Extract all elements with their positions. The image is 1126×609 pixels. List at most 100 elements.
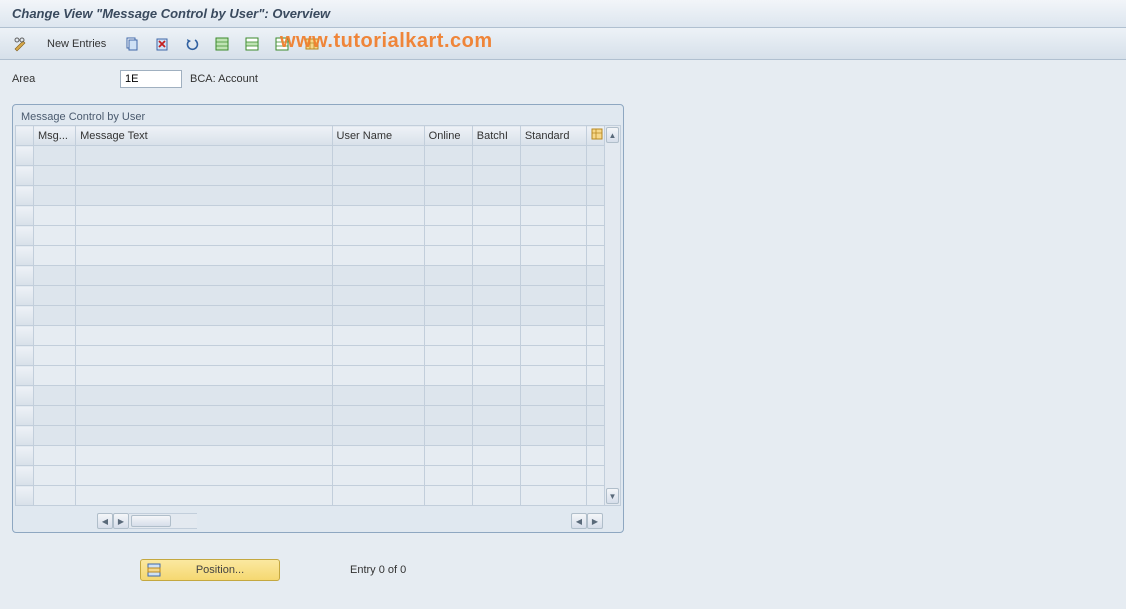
grid-cell[interactable] <box>472 206 520 226</box>
scroll-track-vertical[interactable] <box>605 144 620 487</box>
grid-cell[interactable] <box>76 286 332 306</box>
grid-cell[interactable] <box>76 406 332 426</box>
grid-cell[interactable] <box>586 486 604 506</box>
grid-cell[interactable] <box>472 186 520 206</box>
deselect-all-button[interactable] <box>269 33 295 55</box>
grid-cell[interactable] <box>586 306 604 326</box>
grid-cell[interactable] <box>520 466 586 486</box>
grid-cell[interactable] <box>332 406 424 426</box>
grid-cell[interactable] <box>424 346 472 366</box>
grid-cell[interactable] <box>332 326 424 346</box>
grid-cell[interactable] <box>424 486 472 506</box>
select-block-button[interactable] <box>239 33 265 55</box>
grid-cell[interactable] <box>34 206 76 226</box>
grid-cell[interactable] <box>472 166 520 186</box>
col-msg[interactable]: Msg... <box>34 126 76 146</box>
grid-cell[interactable] <box>424 266 472 286</box>
grid-cell[interactable] <box>472 446 520 466</box>
table-row[interactable] <box>16 366 605 386</box>
grid-cell[interactable] <box>472 146 520 166</box>
grid-cell[interactable] <box>472 366 520 386</box>
table-row[interactable] <box>16 246 605 266</box>
grid-cell[interactable] <box>586 466 604 486</box>
row-selector[interactable] <box>16 406 34 426</box>
grid-cell[interactable] <box>424 446 472 466</box>
table-row[interactable] <box>16 426 605 446</box>
grid-cell[interactable] <box>472 306 520 326</box>
grid-cell[interactable] <box>424 286 472 306</box>
position-button[interactable]: Position... <box>140 559 280 581</box>
grid-cell[interactable] <box>520 366 586 386</box>
grid-cell[interactable] <box>520 346 586 366</box>
grid-cell[interactable] <box>586 166 604 186</box>
scroll-right-end-button[interactable]: ▶ <box>587 513 603 529</box>
grid-cell[interactable] <box>76 486 332 506</box>
grid-cell[interactable] <box>520 186 586 206</box>
grid-cell[interactable] <box>34 346 76 366</box>
row-selector[interactable] <box>16 226 34 246</box>
row-selector[interactable] <box>16 286 34 306</box>
grid-cell[interactable] <box>76 466 332 486</box>
table-row[interactable] <box>16 386 605 406</box>
grid-cell[interactable] <box>520 426 586 446</box>
grid-cell[interactable] <box>586 146 604 166</box>
grid-cell[interactable] <box>332 226 424 246</box>
grid-cell[interactable] <box>424 166 472 186</box>
row-selector[interactable] <box>16 466 34 486</box>
grid-cell[interactable] <box>332 426 424 446</box>
scroll-left-end-button[interactable]: ◀ <box>571 513 587 529</box>
grid-cell[interactable] <box>586 326 604 346</box>
grid-cell[interactable] <box>332 346 424 366</box>
grid-cell[interactable] <box>586 346 604 366</box>
area-input[interactable] <box>120 70 182 88</box>
grid-cell[interactable] <box>34 426 76 446</box>
table-row[interactable] <box>16 186 605 206</box>
grid-cell[interactable] <box>34 286 76 306</box>
grid-cell[interactable] <box>472 426 520 446</box>
grid-cell[interactable] <box>332 246 424 266</box>
col-online[interactable]: Online <box>424 126 472 146</box>
grid-cell[interactable] <box>76 186 332 206</box>
select-all-button[interactable] <box>209 33 235 55</box>
scroll-right-button[interactable]: ▶ <box>113 513 129 529</box>
grid-cell[interactable] <box>76 366 332 386</box>
grid-cell[interactable] <box>34 466 76 486</box>
grid-cell[interactable] <box>424 246 472 266</box>
row-selector[interactable] <box>16 386 34 406</box>
grid-cell[interactable] <box>472 346 520 366</box>
row-selector[interactable] <box>16 346 34 366</box>
grid-cell[interactable] <box>586 206 604 226</box>
table-row[interactable] <box>16 226 605 246</box>
delete-button[interactable] <box>149 33 175 55</box>
grid-cell[interactable] <box>332 146 424 166</box>
print-button[interactable] <box>299 33 325 55</box>
row-selector[interactable] <box>16 266 34 286</box>
grid-cell[interactable] <box>76 246 332 266</box>
grid-cell[interactable] <box>586 446 604 466</box>
grid-cell[interactable] <box>424 226 472 246</box>
grid-cell[interactable] <box>520 326 586 346</box>
grid-cell[interactable] <box>332 166 424 186</box>
grid-cell[interactable] <box>472 486 520 506</box>
grid-cell[interactable] <box>34 166 76 186</box>
grid-cell[interactable] <box>76 446 332 466</box>
grid-cell[interactable] <box>76 166 332 186</box>
grid-cell[interactable] <box>520 266 586 286</box>
col-select-all[interactable] <box>16 126 34 146</box>
row-selector[interactable] <box>16 186 34 206</box>
grid-cell[interactable] <box>424 426 472 446</box>
grid-cell[interactable] <box>520 486 586 506</box>
grid-cell[interactable] <box>34 246 76 266</box>
grid-cell[interactable] <box>76 206 332 226</box>
grid-vertical-scrollbar[interactable]: ▲ ▼ <box>605 125 621 506</box>
grid-cell[interactable] <box>520 386 586 406</box>
grid-cell[interactable] <box>586 386 604 406</box>
col-user-name[interactable]: User Name <box>332 126 424 146</box>
scroll-down-button[interactable]: ▼ <box>606 488 619 504</box>
row-selector[interactable] <box>16 246 34 266</box>
grid-cell[interactable] <box>76 386 332 406</box>
grid-cell[interactable] <box>424 186 472 206</box>
row-selector[interactable] <box>16 146 34 166</box>
scroll-up-button[interactable]: ▲ <box>606 127 619 143</box>
table-row[interactable] <box>16 406 605 426</box>
